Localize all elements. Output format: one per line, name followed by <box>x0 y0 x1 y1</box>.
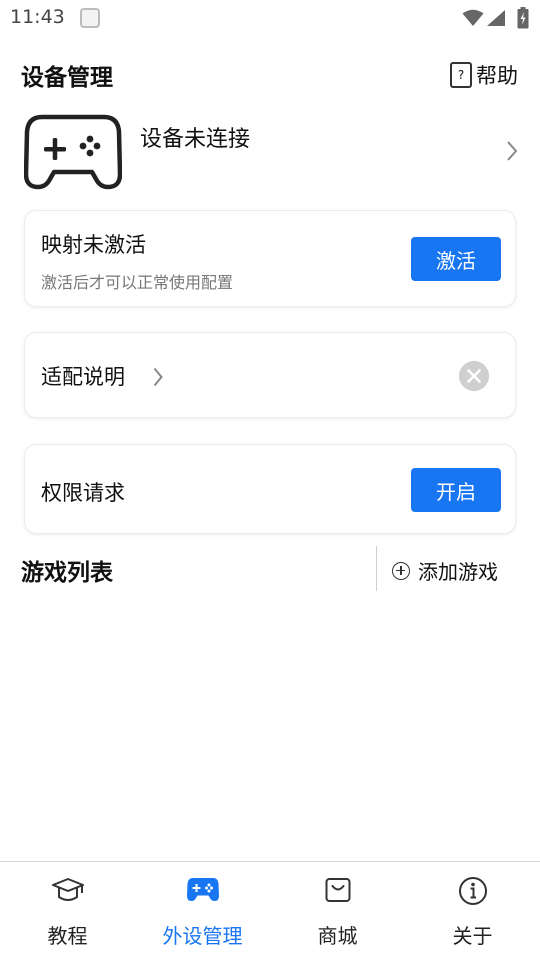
chevron-right-icon <box>153 367 163 387</box>
device-row[interactable]: 设备未连接 <box>0 108 540 198</box>
close-icon[interactable] <box>459 361 489 391</box>
device-status: 设备未连接 <box>140 127 251 152</box>
permission-title: 权限请求 <box>41 481 125 505</box>
status-bar: 11:43 <box>0 0 540 36</box>
adapt-title: 适配说明 <box>41 365 125 389</box>
divider <box>376 546 377 591</box>
mapping-title: 映射未激活 <box>41 233 146 257</box>
info-icon <box>458 877 487 905</box>
tab-about[interactable]: 关于 <box>405 862 540 961</box>
tab-store[interactable]: 商城 <box>270 862 405 961</box>
tab-peripheral[interactable]: 外设管理 <box>135 862 270 961</box>
adapt-card[interactable]: 适配说明 <box>24 332 516 418</box>
tab-label: 商城 <box>317 924 358 948</box>
tab-label: 教程 <box>47 924 88 948</box>
tab-tutorial[interactable]: 教程 <box>0 862 135 961</box>
game-list-title: 游戏列表 <box>21 560 113 586</box>
bottom-tab-bar: 教程 外设管理 商城 关于 <box>0 861 540 961</box>
status-time: 11:43 <box>10 6 65 28</box>
mapping-subtitle: 激活后才可以正常使用配置 <box>41 273 234 292</box>
shopping-bag-icon <box>325 878 350 902</box>
mapping-card: 映射未激活 激活后才可以正常使用配置 激活 <box>24 210 516 307</box>
notification-icon <box>80 8 100 28</box>
help-button[interactable]: ? 帮助 <box>450 60 518 90</box>
graduation-cap-icon <box>51 878 84 901</box>
add-game-label: 添加游戏 <box>418 560 498 584</box>
gamepad-icon <box>186 878 219 901</box>
add-game-button[interactable]: 添加游戏 <box>392 556 498 585</box>
activate-button[interactable]: 激活 <box>411 237 501 281</box>
tab-label: 外设管理 <box>162 924 243 948</box>
page-title: 设备管理 <box>21 65 113 91</box>
permission-card: 权限请求 开启 <box>24 444 516 534</box>
gamepad-icon <box>24 114 122 190</box>
add-circle-icon <box>392 561 410 580</box>
help-label: 帮助 <box>476 64 518 88</box>
enable-button[interactable]: 开启 <box>411 468 501 512</box>
help-icon: ? <box>450 62 472 88</box>
tab-label: 关于 <box>452 924 493 948</box>
battery-icon <box>517 7 529 29</box>
chevron-right-icon <box>507 141 518 161</box>
wifi-icon <box>462 9 484 26</box>
signal-icon <box>487 10 505 26</box>
